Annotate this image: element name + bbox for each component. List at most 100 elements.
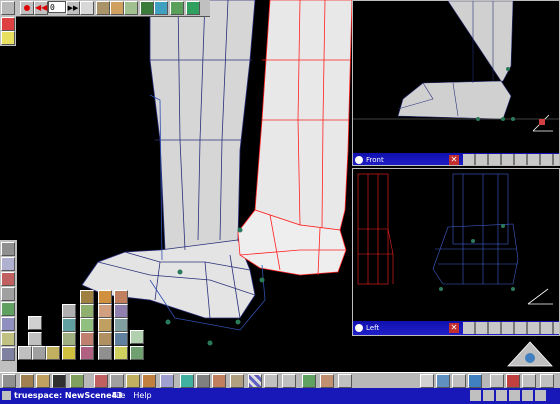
sphere-select-icon[interactable] [62, 318, 76, 332]
split-icon[interactable] [114, 332, 128, 346]
front-viewport[interactable]: Front ✕ [352, 0, 560, 166]
viewport-icon[interactable] [1, 1, 15, 15]
frame-icon[interactable] [98, 346, 112, 360]
extrude-icon[interactable] [62, 304, 76, 318]
color-swatch-icon[interactable] [1, 31, 15, 45]
orbit-icon[interactable] [506, 374, 520, 388]
close-icon[interactable]: ✕ [449, 155, 459, 165]
lathe-tool-icon[interactable] [1, 287, 15, 301]
pan-icon[interactable] [490, 374, 504, 388]
help-menu[interactable]: Help [129, 388, 155, 404]
cone-icon[interactable] [114, 318, 128, 332]
grid-tool-icon[interactable] [1, 257, 15, 271]
bevel-icon[interactable] [98, 304, 112, 318]
animation-tool-icon[interactable] [96, 1, 110, 15]
redo-icon[interactable] [436, 374, 450, 388]
camera-tool-icon[interactable] [186, 1, 200, 15]
color-picker-icon[interactable] [1, 17, 15, 31]
sweep-tool-icon[interactable] [1, 347, 15, 361]
info-icon[interactable] [470, 390, 481, 401]
tray-icon[interactable] [522, 390, 533, 401]
checker-icon[interactable] [46, 346, 60, 360]
smooth-icon[interactable] [80, 304, 94, 318]
primitive-tool-icon[interactable] [1, 242, 15, 256]
fog-icon[interactable] [264, 374, 278, 388]
plant-icon[interactable] [302, 374, 316, 388]
navigation-gizmo[interactable] [500, 336, 560, 372]
polygon-icon[interactable] [62, 332, 76, 346]
disc-icon[interactable] [130, 330, 144, 344]
clock-icon[interactable] [509, 390, 520, 401]
left-viewport[interactable]: Left ✕ [352, 168, 560, 336]
render-icon[interactable] [212, 374, 226, 388]
view-control-icons[interactable] [463, 154, 559, 165]
sphere-tool-icon[interactable] [126, 374, 140, 388]
bulb-icon[interactable] [114, 346, 128, 360]
render-tool-icon[interactable] [170, 1, 184, 15]
app-icon [2, 391, 11, 400]
taskbar: truespace: NewScene43 File Help [0, 388, 560, 404]
paint-brush-icon[interactable] [80, 290, 94, 304]
left-leg-mesh [81, 0, 256, 319]
keyframe-list-icon[interactable] [80, 1, 94, 15]
front-viewport-titlebar[interactable]: Front ✕ [353, 153, 559, 165]
status-icons [470, 390, 546, 401]
speaker-icon[interactable] [483, 390, 494, 401]
frame-input[interactable] [48, 1, 66, 13]
glue-tool-icon[interactable] [110, 374, 124, 388]
cube-tool-icon[interactable] [142, 374, 156, 388]
texture-tool-icon[interactable] [1, 272, 15, 286]
object-tool-icon[interactable] [2, 374, 16, 388]
axis-gizmo-left [527, 288, 553, 305]
scale-tool-icon[interactable] [52, 374, 66, 388]
material-sphere-icon[interactable] [154, 1, 168, 15]
view-control-icons[interactable] [463, 322, 559, 334]
network-icon[interactable] [496, 390, 507, 401]
landscape-tool-icon[interactable] [1, 302, 15, 316]
axis-tool-icon[interactable] [282, 374, 296, 388]
cube-icon[interactable] [28, 316, 42, 330]
left-viewport-titlebar[interactable]: Left ✕ [353, 321, 559, 335]
viewport-icon [355, 324, 363, 332]
mirror-icon[interactable] [80, 332, 94, 346]
play-button[interactable]: ▶▶ [66, 1, 80, 15]
tube-icon[interactable] [98, 318, 112, 332]
light-tool-icon[interactable] [180, 374, 194, 388]
fit-view-icon[interactable] [540, 374, 554, 388]
rewind-button[interactable]: ◀◀ [34, 1, 48, 15]
sculpt-icon[interactable] [114, 304, 128, 318]
spline-tool-icon[interactable] [110, 1, 124, 15]
face-icon[interactable] [320, 374, 334, 388]
script-icon[interactable] [338, 374, 352, 388]
boolean-tool-icon[interactable] [1, 332, 15, 346]
checker-texture-icon[interactable] [248, 374, 262, 388]
face-select-icon[interactable] [98, 290, 112, 304]
rotate-tool-icon[interactable] [36, 374, 50, 388]
file-menu[interactable]: File [108, 388, 129, 404]
view-icon[interactable] [522, 374, 536, 388]
gem-icon[interactable] [80, 346, 94, 360]
subdivide-icon[interactable] [80, 318, 94, 332]
record-button[interactable] [20, 1, 34, 15]
zoom-icon[interactable] [468, 374, 482, 388]
close-icon[interactable]: ✕ [449, 323, 459, 333]
bones-tool-icon[interactable] [140, 1, 154, 15]
target-icon[interactable] [130, 346, 144, 360]
camera-icon[interactable] [196, 374, 210, 388]
weld-icon[interactable] [98, 332, 112, 346]
star-icon[interactable] [62, 346, 76, 360]
tray-icon-2[interactable] [535, 390, 546, 401]
wire-cube-icon[interactable] [28, 332, 42, 346]
box-icon[interactable] [32, 346, 46, 360]
link-tool-icon[interactable] [70, 374, 84, 388]
paint-icon[interactable] [230, 374, 244, 388]
motion-path-icon[interactable] [124, 1, 138, 15]
undo-icon[interactable] [420, 374, 434, 388]
group-tool-icon[interactable] [94, 374, 108, 388]
axes-icon[interactable] [18, 346, 32, 360]
move-tool-icon[interactable] [20, 374, 34, 388]
deform-tool-icon[interactable] [1, 317, 15, 331]
spline-curve-icon[interactable] [160, 374, 174, 388]
material-ball-icon[interactable] [114, 290, 128, 304]
select-icon[interactable] [452, 374, 466, 388]
